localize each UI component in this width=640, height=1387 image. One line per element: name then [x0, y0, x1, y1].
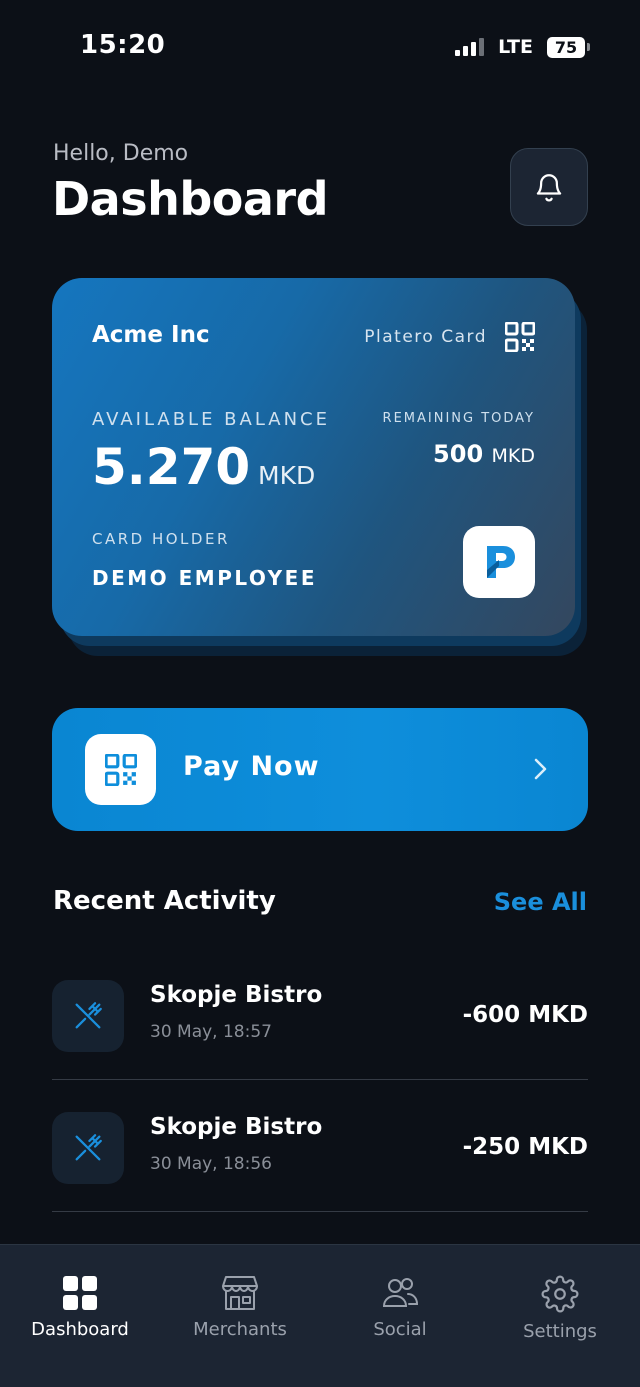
nav-item-merchants[interactable]: Merchants: [160, 1275, 320, 1340]
pay-now-label: Pay Now: [183, 751, 320, 782]
gear-icon: [541, 1275, 579, 1313]
balance-label: AVAILABLE BALANCE: [92, 409, 330, 430]
recent-activity-title: Recent Activity: [53, 886, 276, 916]
bell-icon: [536, 174, 562, 202]
battery-icon: 75: [547, 36, 590, 58]
signal-icon: [455, 38, 485, 56]
remaining-today: 500 MKD: [433, 440, 535, 468]
merchant-name: Skopje Bistro: [150, 1114, 323, 1140]
utensils-icon: [75, 1134, 102, 1161]
platero-logo: [463, 526, 535, 598]
status-indicators: LTE 75: [455, 36, 590, 58]
nav-label: Social: [373, 1319, 427, 1340]
transaction-time: 30 May, 18:56: [150, 1154, 272, 1174]
qr-code-icon[interactable]: [505, 322, 535, 352]
nav-item-social[interactable]: Social: [320, 1275, 480, 1340]
nav-item-dashboard[interactable]: Dashboard: [0, 1275, 160, 1340]
card-brand: Platero Card: [364, 327, 487, 347]
network-type: LTE: [498, 36, 533, 58]
activity-row[interactable]: Skopje Bistro 30 May, 18:56 -250 MKD: [52, 1080, 588, 1212]
remaining-label: REMAINING TODAY: [382, 411, 535, 426]
nav-label: Dashboard: [31, 1319, 129, 1340]
balance-amount: 5.270: [92, 438, 251, 496]
platero-logo-icon: [487, 546, 515, 578]
activity-icon-box: [52, 980, 124, 1052]
chevron-right-icon: [534, 758, 547, 780]
grid-icon: [63, 1276, 97, 1310]
merchant-name: Skopje Bistro: [150, 982, 323, 1008]
notifications-button[interactable]: [510, 148, 588, 226]
nav-label: Merchants: [193, 1319, 287, 1340]
activity-row[interactable]: Skopje Bistro 30 May, 18:57 -600 MKD: [52, 948, 588, 1080]
greeting: Hello, Demo: [53, 141, 189, 166]
status-time: 15:20: [80, 30, 166, 60]
balance-card[interactable]: Acme Inc Platero Card AVAILABLE BALANCE …: [52, 278, 575, 636]
remaining-value: 500: [433, 440, 484, 468]
page-title: Dashboard: [52, 172, 329, 226]
see-all-link[interactable]: See All: [494, 888, 587, 916]
transaction-amount: -600 MKD: [462, 1002, 588, 1028]
store-icon: [222, 1276, 258, 1310]
nav-label: Settings: [523, 1321, 597, 1342]
bottom-nav: Dashboard Merchants Social Settings: [0, 1244, 640, 1387]
transaction-time: 30 May, 18:57: [150, 1022, 272, 1042]
pay-now-button[interactable]: Pay Now: [52, 708, 588, 831]
utensils-icon: [75, 1002, 102, 1029]
card-holder-label: CARD HOLDER: [92, 530, 230, 548]
company-name: Acme Inc: [92, 322, 210, 348]
balance-currency: MKD: [258, 461, 316, 490]
qr-code-icon: [104, 753, 137, 786]
remaining-currency: MKD: [491, 445, 535, 467]
pay-qr-box: [85, 734, 156, 805]
card-holder-name: DEMO EMPLOYEE: [92, 566, 317, 590]
battery-level: 75: [547, 36, 585, 58]
nav-item-settings[interactable]: Settings: [480, 1275, 640, 1342]
users-icon: [382, 1278, 419, 1307]
activity-icon-box: [52, 1112, 124, 1184]
transaction-amount: -250 MKD: [462, 1134, 588, 1160]
